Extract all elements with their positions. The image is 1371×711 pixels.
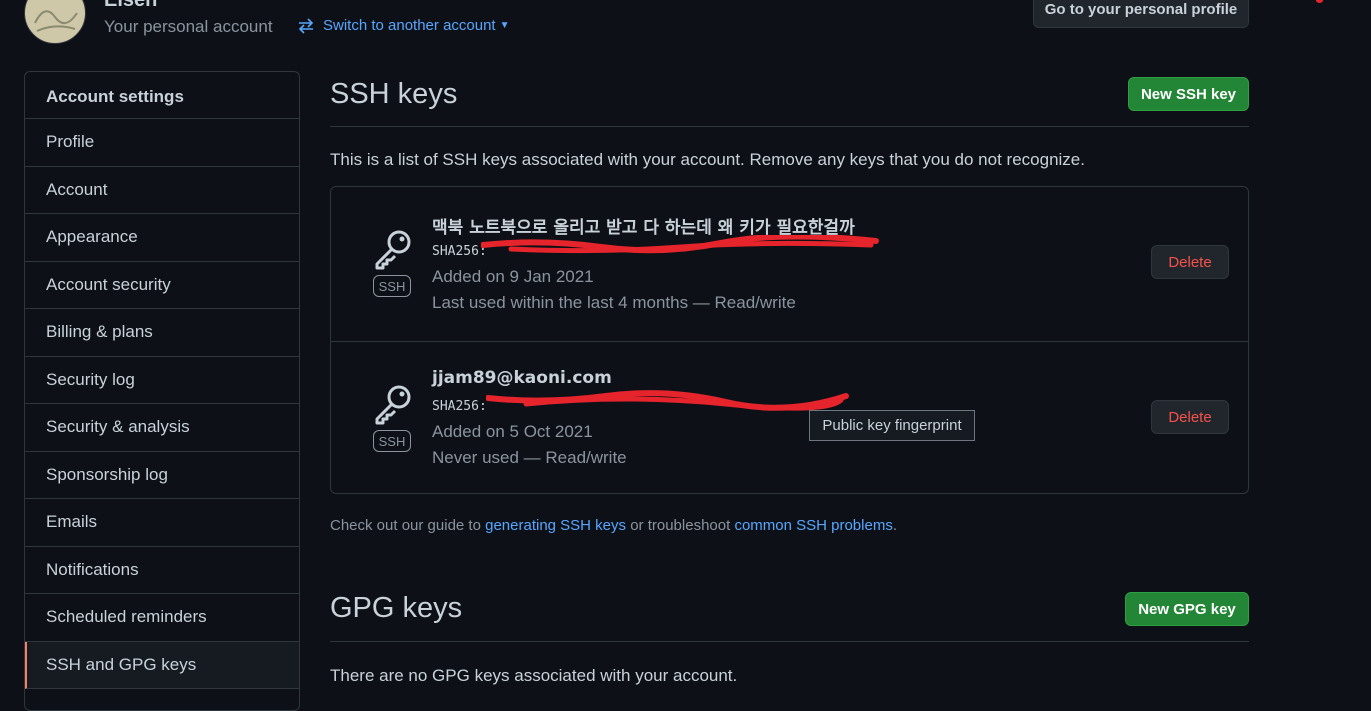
divider [330, 126, 1249, 127]
divider [330, 641, 1249, 642]
no-gpg-keys-text: There are no GPG keys associated with yo… [330, 666, 738, 685]
ssh-key-last-used: Last used within the last 4 months — Rea… [432, 293, 796, 312]
key-icon [375, 385, 411, 425]
ssh-intro-text: This is a list of SSH keys associated wi… [330, 150, 1085, 169]
redaction-scribble [486, 390, 849, 411]
sidebar-heading: Account settings [25, 72, 299, 119]
ssh-keys-heading: SSH keys [330, 78, 458, 110]
sidebar-item-notifications[interactable]: Notifications [25, 547, 299, 594]
ssh-badge: SSH [373, 430, 411, 452]
ssh-key-title: 맥북 노트북으로 올리고 받고 다 하는데 왜 키가 필요한걸까 [432, 218, 855, 238]
sidebar-item-security-log[interactable]: Security log [25, 357, 299, 404]
fingerprint-tooltip: Public key fingerprint [809, 410, 975, 441]
avatar[interactable] [24, 0, 86, 44]
guide-suffix: . [892, 517, 897, 534]
caret-down-icon: ▼ [499, 20, 510, 31]
sidebar-item-security-analysis[interactable]: Security & analysis [25, 404, 299, 452]
ssh-key-added-date: Added on 9 Jan 2021 [432, 267, 594, 286]
sidebar-item-ssh-gpg-keys[interactable]: SSH and GPG keys [25, 641, 299, 689]
new-ssh-key-button[interactable]: New SSH key [1128, 77, 1249, 111]
guide-middle: or troubleshoot [626, 517, 735, 534]
sidebar-item-profile[interactable]: Profile [25, 119, 299, 167]
key-icon [375, 230, 411, 270]
sidebar-item-emails[interactable]: Emails [25, 499, 299, 547]
ssh-key-item: SSH jjam89@kaoni.com SHA256: Added on 5 … [331, 341, 1248, 495]
sidebar-item-account[interactable]: Account [25, 167, 299, 214]
go-to-profile-button[interactable]: Go to your personal profile [1033, 0, 1249, 28]
ssh-key-title: jjam89@kaoni.com [432, 368, 612, 388]
common-ssh-problems-link[interactable]: common SSH problems [734, 517, 892, 534]
ssh-key-item: SSH 맥북 노트북으로 올리고 받고 다 하는데 왜 키가 필요한걸까 SHA… [331, 187, 1248, 340]
notification-dot [1316, 0, 1323, 3]
redaction-scribble [481, 235, 879, 254]
generating-ssh-keys-link[interactable]: generating SSH keys [485, 517, 626, 534]
arrow-switch-icon [298, 17, 314, 34]
ssh-key-fingerprint[interactable]: SHA256: [432, 399, 487, 414]
gpg-keys-heading: GPG keys [330, 592, 463, 624]
switch-account-link[interactable]: Switch to another account ▼ [297, 17, 510, 34]
sidebar-item-account-security[interactable]: Account security [25, 262, 299, 309]
sidebar-item-billing[interactable]: Billing & plans [25, 309, 299, 357]
ssh-key-added-date: Added on 5 Oct 2021 [432, 422, 593, 441]
sidebar-item-scheduled-reminders[interactable]: Scheduled reminders [25, 594, 299, 642]
account-context-label: Your personal account [104, 17, 273, 36]
ssh-key-list: SSH 맥북 노트북으로 올리고 받고 다 하는데 왜 키가 필요한걸까 SHA… [330, 186, 1249, 494]
delete-ssh-key-button[interactable]: Delete [1151, 245, 1229, 279]
ssh-key-last-used: Never used — Read/write [432, 448, 627, 467]
ssh-key-fingerprint[interactable]: SHA256: [432, 244, 487, 259]
ssh-guide-text: Check out our guide to generating SSH ke… [330, 517, 897, 534]
switch-account-label: Switch to another account [323, 17, 496, 34]
username: Eisen [104, 0, 158, 11]
new-gpg-key-button[interactable]: New GPG key [1125, 592, 1249, 626]
ssh-badge: SSH [373, 275, 411, 297]
guide-prefix: Check out our guide to [330, 517, 486, 534]
settings-sidebar: Account settings Profile Account Appeara… [24, 71, 300, 711]
sidebar-item-appearance[interactable]: Appearance [25, 214, 299, 262]
sidebar-item-sponsorship-log[interactable]: Sponsorship log [25, 452, 299, 499]
delete-ssh-key-button[interactable]: Delete [1151, 400, 1229, 434]
